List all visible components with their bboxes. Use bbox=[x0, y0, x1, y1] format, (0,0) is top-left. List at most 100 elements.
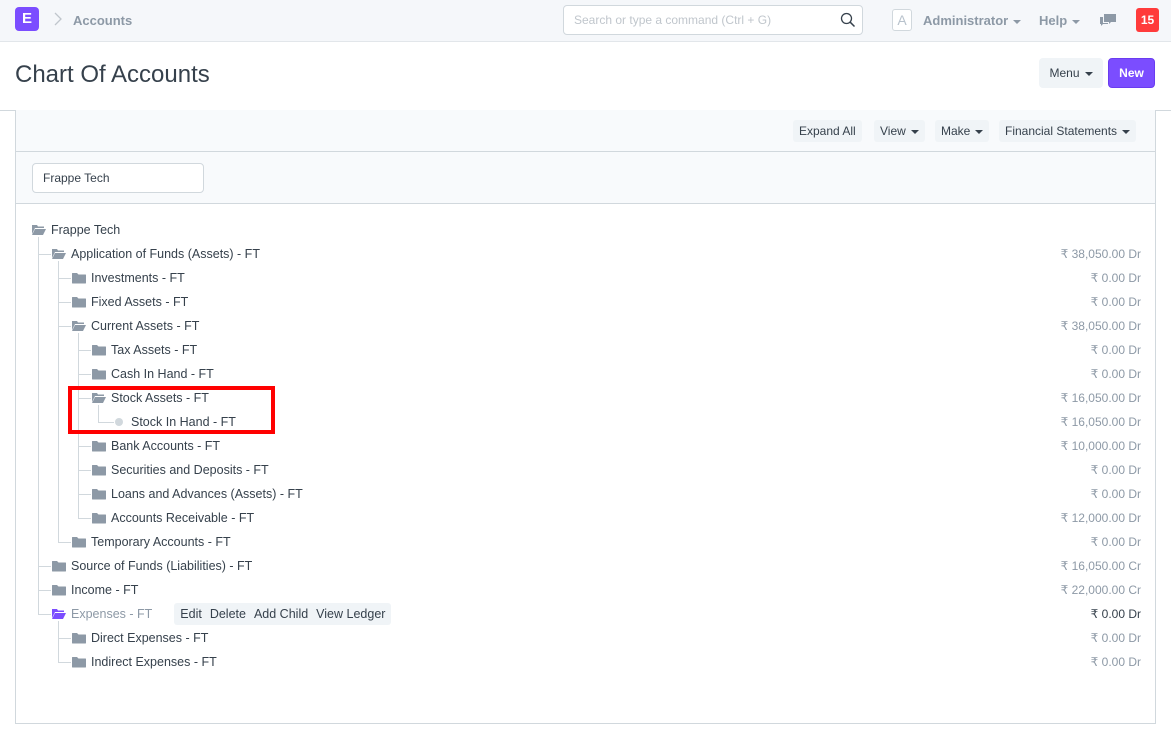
action-delete[interactable]: Delete bbox=[206, 607, 250, 621]
folder-icon bbox=[92, 369, 106, 380]
account-balance: ₹ 38,050.00 Dr bbox=[1060, 247, 1141, 261]
folder-icon bbox=[72, 297, 86, 308]
tree-node[interactable]: Cash In Hand - FT bbox=[92, 362, 214, 386]
folder-icon bbox=[52, 561, 66, 572]
tree-node[interactable]: Frappe Tech bbox=[32, 218, 120, 242]
app-logo[interactable]: E bbox=[15, 7, 39, 31]
tree-row: Temporary Accounts - FT ₹ 0.00 Dr bbox=[16, 530, 1157, 554]
account-balance: ₹ 12,000.00 Dr bbox=[1060, 511, 1141, 525]
tree-row: Bank Accounts - FT ₹ 10,000.00 Dr bbox=[16, 434, 1157, 458]
tree-connector bbox=[78, 518, 91, 519]
node-label[interactable]: Direct Expenses - FT bbox=[91, 631, 208, 645]
chat-icon[interactable] bbox=[1099, 12, 1117, 28]
node-label[interactable]: Indirect Expenses - FT bbox=[91, 655, 217, 669]
tree-node[interactable]: Current Assets - FT bbox=[72, 314, 199, 338]
tree-connector bbox=[38, 254, 51, 255]
notification-badge[interactable]: 15 bbox=[1136, 8, 1159, 32]
company-filter-input[interactable] bbox=[32, 163, 204, 193]
node-label[interactable]: Expenses - FT bbox=[71, 607, 152, 621]
search-icon[interactable] bbox=[840, 12, 856, 28]
tree-row: Accounts Receivable - FT ₹ 12,000.00 Dr bbox=[16, 506, 1157, 530]
node-label[interactable]: Cash In Hand - FT bbox=[111, 367, 214, 381]
node-label[interactable]: Investments - FT bbox=[91, 271, 185, 285]
caret-down-icon bbox=[1013, 19, 1022, 24]
tree-connector bbox=[58, 638, 71, 639]
avatar[interactable]: A bbox=[892, 9, 912, 31]
action-add-child[interactable]: Add Child bbox=[250, 607, 312, 621]
tree-connector bbox=[78, 470, 91, 471]
node-label[interactable]: Stock Assets - FT bbox=[111, 391, 209, 405]
account-balance: ₹ 0.00 Dr bbox=[1090, 487, 1141, 501]
node-label[interactable]: Source of Funds (Liabilities) - FT bbox=[71, 559, 252, 573]
tree-row: Cash In Hand - FT ₹ 0.00 Dr bbox=[16, 362, 1157, 386]
tree-row: Investments - FT ₹ 0.00 Dr bbox=[16, 266, 1157, 290]
tree-node[interactable]: Bank Accounts - FT bbox=[92, 434, 220, 458]
account-balance: ₹ 38,050.00 Dr bbox=[1060, 319, 1141, 333]
account-balance: ₹ 16,050.00 Dr bbox=[1060, 415, 1141, 429]
tree-row: Securities and Deposits - FT ₹ 0.00 Dr bbox=[16, 458, 1157, 482]
tree-node[interactable]: Securities and Deposits - FT bbox=[92, 458, 269, 482]
account-balance: ₹ 0.00 Dr bbox=[1090, 607, 1141, 621]
tree-node[interactable]: Tax Assets - FT bbox=[92, 338, 197, 362]
tree-node[interactable]: Fixed Assets - FT bbox=[72, 290, 188, 314]
action-edit[interactable]: Edit bbox=[176, 607, 206, 621]
folder-icon bbox=[72, 633, 86, 644]
help-label: Help bbox=[1039, 13, 1068, 28]
node-label[interactable]: Bank Accounts - FT bbox=[111, 439, 220, 453]
node-label[interactable]: Tax Assets - FT bbox=[111, 343, 197, 357]
tree-node[interactable]: Income - FT bbox=[52, 578, 138, 602]
tree-node[interactable]: Stock Assets - FT bbox=[92, 386, 209, 410]
tree-node[interactable]: Application of Funds (Assets) - FT bbox=[52, 242, 260, 266]
tree-connector bbox=[78, 333, 79, 518]
node-label[interactable]: Income - FT bbox=[71, 583, 138, 597]
expand-all-button[interactable]: Expand All bbox=[793, 120, 862, 142]
folder-icon bbox=[92, 441, 106, 452]
account-balance: ₹ 10,000.00 Dr bbox=[1060, 439, 1141, 453]
tree-node[interactable]: Stock In Hand - FT bbox=[112, 410, 236, 434]
make-dropdown[interactable]: Make bbox=[935, 120, 990, 142]
node-label[interactable]: Application of Funds (Assets) - FT bbox=[71, 247, 260, 261]
tree-node[interactable]: Temporary Accounts - FT bbox=[72, 530, 231, 554]
tree-node[interactable]: Indirect Expenses - FT bbox=[72, 650, 217, 674]
node-label[interactable]: Current Assets - FT bbox=[91, 319, 199, 333]
tree-connector bbox=[38, 614, 51, 615]
folder-open-icon bbox=[52, 609, 66, 619]
node-actions: Edit Delete Add Child View Ledger bbox=[174, 603, 392, 625]
search-input[interactable] bbox=[564, 6, 824, 34]
menu-button[interactable]: Menu bbox=[1039, 58, 1103, 88]
tree-connector bbox=[98, 422, 114, 423]
new-button[interactable]: New bbox=[1108, 58, 1155, 88]
tree-connector bbox=[78, 398, 91, 399]
tree-node[interactable]: Accounts Receivable - FT bbox=[92, 506, 254, 530]
menu-label: Menu bbox=[1049, 66, 1080, 80]
make-label: Make bbox=[941, 124, 971, 138]
node-label[interactable]: Fixed Assets - FT bbox=[91, 295, 188, 309]
breadcrumb-accounts[interactable]: Accounts bbox=[73, 13, 132, 28]
node-label[interactable]: Temporary Accounts - FT bbox=[91, 535, 231, 549]
account-balance: ₹ 16,050.00 Cr bbox=[1060, 559, 1141, 573]
tree-node[interactable]: Investments - FT bbox=[72, 266, 185, 290]
node-label[interactable]: Stock In Hand - FT bbox=[131, 415, 236, 429]
action-view-ledger[interactable]: View Ledger bbox=[312, 607, 389, 621]
tree-node[interactable]: Source of Funds (Liabilities) - FT bbox=[52, 554, 252, 578]
tree-connector bbox=[78, 494, 91, 495]
user-dropdown[interactable]: Administrator bbox=[923, 13, 1022, 28]
chevron-right-icon bbox=[54, 12, 62, 26]
node-label[interactable]: Loans and Advances (Assets) - FT bbox=[111, 487, 303, 501]
navbar: E Accounts A Administrator Help 15 bbox=[0, 0, 1171, 42]
page-title: Chart Of Accounts bbox=[15, 61, 210, 88]
node-label[interactable]: Frappe Tech bbox=[51, 223, 120, 237]
tree-node[interactable]: Loans and Advances (Assets) - FT bbox=[92, 482, 303, 506]
node-label[interactable]: Accounts Receivable - FT bbox=[111, 511, 254, 525]
tree-node[interactable]: Direct Expenses - FT bbox=[72, 626, 208, 650]
folder-icon bbox=[92, 345, 106, 356]
tree-node[interactable]: Expenses - FT Edit Delete Add Child View Led… bbox=[52, 602, 392, 626]
help-dropdown[interactable]: Help bbox=[1039, 13, 1081, 28]
tree-row: Fixed Assets - FT ₹ 0.00 Dr bbox=[16, 290, 1157, 314]
financial-statements-dropdown[interactable]: Financial Statements bbox=[999, 120, 1137, 142]
node-label[interactable]: Securities and Deposits - FT bbox=[111, 463, 269, 477]
tree-connector bbox=[38, 590, 51, 591]
account-balance: ₹ 0.00 Dr bbox=[1090, 655, 1141, 669]
tree-connector bbox=[78, 374, 91, 375]
view-dropdown[interactable]: View bbox=[874, 120, 925, 142]
